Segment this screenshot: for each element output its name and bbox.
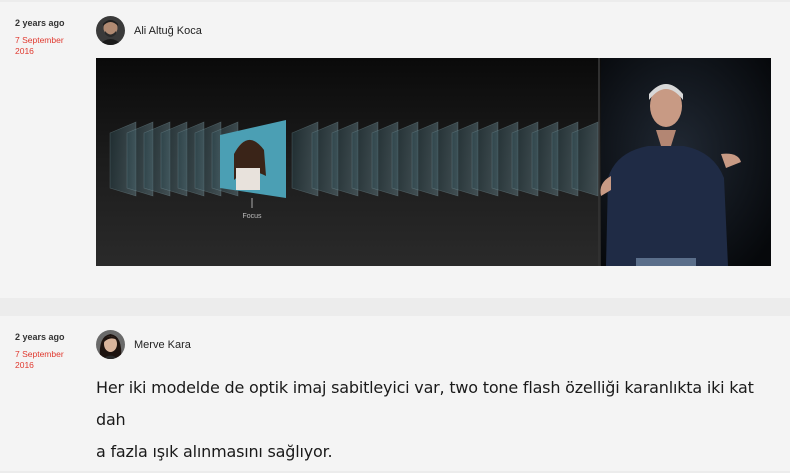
post-image[interactable]: Focus: [96, 58, 771, 266]
author-name[interactable]: Merve Kara: [134, 339, 191, 351]
post-date[interactable]: 7 September 2016: [15, 35, 85, 57]
author-name[interactable]: Ali Altuğ Koca: [134, 25, 202, 37]
post-card: 2 years ago 7 September 2016 Ali Altuğ K…: [0, 0, 790, 298]
comment-line: a fazla ışık alınmasını sağlıyor.: [96, 442, 333, 461]
post-meta: 2 years ago 7 September 2016: [15, 332, 85, 371]
time-ago: 2 years ago: [15, 332, 65, 342]
post-author[interactable]: Ali Altuğ Koca: [96, 16, 202, 45]
post-date[interactable]: 7 September 2016: [15, 349, 85, 371]
post-meta: 2 years ago 7 September 2016: [15, 18, 85, 57]
date-line1: 7 September: [15, 35, 64, 45]
divider: [0, 298, 790, 316]
post-card: 2 years ago 7 September 2016 Merve Kara …: [0, 316, 790, 473]
post-author[interactable]: Merve Kara: [96, 330, 191, 359]
photo-frame: [571, 121, 599, 197]
avatar[interactable]: [96, 330, 125, 359]
avatar[interactable]: [96, 16, 125, 45]
date-line2: 2016: [15, 46, 34, 56]
comment-text: Her iki modelde de optik imaj sabitleyic…: [96, 372, 776, 468]
photo-stack: [109, 121, 599, 197]
date-line1: 7 September: [15, 349, 64, 359]
comment-line: Her iki modelde de optik imaj sabitleyic…: [96, 378, 754, 429]
focus-caption: Focus: [242, 213, 262, 220]
time-ago: 2 years ago: [15, 18, 65, 28]
date-line2: 2016: [15, 360, 34, 370]
